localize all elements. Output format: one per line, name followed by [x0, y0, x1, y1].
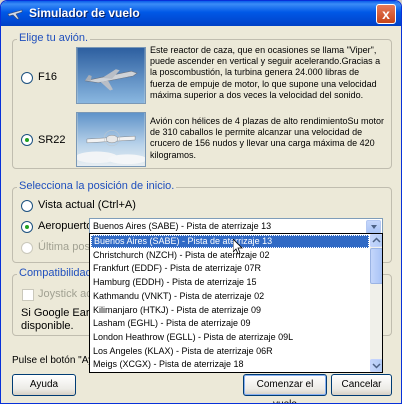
sr22-description: Avión con hélices de 4 plazas de alto re…	[150, 116, 384, 160]
flight-simulator-dialog: Simulador de vuelo x Elige tu avión. F16…	[0, 0, 402, 404]
f16-image	[76, 47, 146, 104]
list-item[interactable]: Christchurch (NZCH) - Pista de aterrizaj…	[91, 249, 369, 262]
list-item[interactable]: Frankfurt (EDDF) - Pista de aterrizaje 0…	[91, 262, 369, 275]
list-item[interactable]: Lasham (EGHL) - Pista de aterrizaje 09	[91, 317, 369, 330]
airport-select-value: Buenos Aires (SABE) - Pista de aterrizaj…	[93, 221, 272, 231]
start-flight-button[interactable]: Comenzar el vuelo	[243, 374, 327, 403]
list-item[interactable]: Hamburg (EDDH) - Pista de aterrizaje 15	[91, 276, 369, 289]
airport-label[interactable]: Aeropuerto	[38, 220, 92, 232]
list-item[interactable]: Meigs (XCGX) - Pista de aterrizaje 18	[91, 358, 369, 371]
close-icon: x	[382, 6, 390, 22]
current-view-radio[interactable]	[21, 200, 33, 212]
list-item[interactable]: Kathmandu (VNKT) - Pista de aterrizaje 0…	[91, 290, 369, 303]
sr22-label[interactable]: SR22	[38, 134, 66, 146]
dropdown-scrollbar[interactable]	[370, 234, 382, 372]
list-item[interactable]: Los Angeles (KLAX) - Pista de aterrizaje…	[91, 345, 369, 358]
close-button[interactable]: x	[376, 4, 396, 24]
aircraft-group-label: Elige tu avión.	[17, 32, 91, 44]
f16-description: Este reactor de caza, que en ocasiones s…	[150, 45, 381, 100]
position-group-label: Selecciona la posición de inicio.	[17, 180, 177, 192]
window-title: Simulador de vuelo	[29, 6, 140, 20]
title-bar[interactable]: Simulador de vuelo x	[1, 1, 401, 26]
cancel-button[interactable]: Cancelar	[331, 374, 392, 396]
chevron-down-icon	[372, 363, 381, 369]
last-position-radio[interactable]	[21, 242, 33, 254]
current-view-label[interactable]: Vista actual (Ctrl+A)	[38, 199, 136, 211]
list-item[interactable]: Buenos Aires (SABE) - Pista de aterrizaj…	[91, 235, 369, 248]
joystick-checkbox[interactable]	[22, 289, 34, 301]
list-item[interactable]: London Heathrow (EGLL) - Pista de aterri…	[91, 331, 369, 344]
scroll-up-button[interactable]	[370, 234, 382, 247]
help-button[interactable]: Ayuda	[12, 374, 76, 396]
sr22-image	[76, 112, 146, 167]
chevron-down-icon[interactable]	[366, 220, 381, 234]
compat-note-line2: disponible.	[21, 320, 74, 332]
f16-radio[interactable]	[21, 72, 33, 84]
airplane-icon	[7, 9, 23, 20]
sr22-radio[interactable]	[21, 134, 33, 146]
chevron-up-icon	[372, 237, 381, 243]
airport-radio[interactable]	[21, 221, 33, 233]
scroll-thumb[interactable]	[370, 248, 382, 284]
f16-label[interactable]: F16	[38, 71, 57, 83]
mouse-cursor-icon	[233, 239, 243, 255]
list-item[interactable]: Kilimanjaro (HTKJ) - Pista de aterrizaje…	[91, 304, 369, 317]
scroll-down-button[interactable]	[370, 359, 382, 372]
